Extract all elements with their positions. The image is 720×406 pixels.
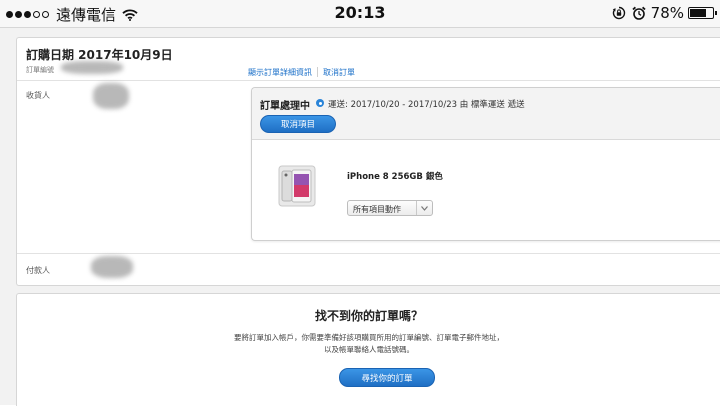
- chevron-down-icon: [421, 206, 428, 211]
- shipment-status: 訂單處理中: [260, 101, 310, 112]
- delivery-dates: 運送: 2017/10/20 - 2017/10/23 由 標準運送 遞送: [328, 100, 525, 110]
- carrier-name: 遠傳電信: [56, 6, 117, 24]
- signal-dot: [6, 11, 13, 18]
- redacted-recipient: [93, 83, 129, 109]
- show-order-details-link[interactable]: 顯示訂單詳細資訊: [248, 67, 312, 78]
- iphone-product-image: [278, 165, 316, 207]
- signal-dot: [42, 11, 49, 18]
- item-actions-value: 所有項目動作: [353, 205, 401, 214]
- wifi-icon: [122, 8, 138, 21]
- redacted-order-number: [61, 61, 123, 74]
- cancel-order-link[interactable]: 取消訂單: [323, 67, 355, 78]
- status-right: 78%: [612, 4, 717, 22]
- status-bar: 遠傳電信 20:13 78%: [0, 0, 720, 28]
- product-name: iPhone 8 256GB 銀色: [347, 172, 443, 182]
- alarm-icon: [632, 6, 646, 20]
- description-line-2: 以及帳單聯絡人電話號碼。: [324, 345, 414, 354]
- order-links: 顯示訂單詳細資訊 取消訂單: [248, 67, 355, 78]
- battery-percent: 78%: [650, 4, 684, 22]
- link-separator: [317, 67, 318, 77]
- status-left: 遠傳電信: [6, 4, 138, 25]
- payer-label: 付款人: [26, 266, 50, 275]
- orientation-lock-icon: [612, 6, 625, 20]
- item-actions-select[interactable]: 所有項目動作: [347, 200, 433, 216]
- battery-level-fill: [690, 9, 706, 17]
- battery-icon: [688, 7, 717, 19]
- find-your-order-button[interactable]: 尋找你的訂單: [339, 368, 435, 387]
- status-info-icon[interactable]: [316, 99, 324, 107]
- signal-strength-icon: [6, 11, 51, 18]
- signal-dot: [24, 11, 31, 18]
- divider: [17, 253, 720, 254]
- redacted-payer: [91, 256, 133, 278]
- find-order-title: 找不到你的訂單嗎？: [314, 309, 423, 323]
- recipient-label: 收貨人: [26, 91, 50, 100]
- battery-nub: [715, 11, 717, 15]
- signal-dot: [33, 11, 40, 18]
- order-card: 訂購日期 2017年10月9日 訂單編號 顯示訂單詳細資訊 取消訂單 收貨人 訂…: [16, 37, 720, 286]
- order-number-label: 訂單編號: [26, 66, 54, 74]
- dropdown-chevron-container: [416, 201, 432, 215]
- cancel-item-button[interactable]: 取消項目: [260, 115, 336, 133]
- description-line-1: 要將訂單加入帳戶，你需要準備好該項購買所用的訂單編號、訂單電子郵件地址，: [234, 333, 504, 342]
- find-order-card: 找不到你的訂單嗎？ 要將訂單加入帳戶，你需要準備好該項購買所用的訂單編號、訂單電…: [16, 293, 720, 406]
- shipment-header: 訂單處理中 運送: 2017/10/20 - 2017/10/23 由 標準運送…: [252, 88, 720, 140]
- divider: [17, 80, 720, 81]
- find-order-description: 要將訂單加入帳戶，你需要準備好該項購買所用的訂單編號、訂單電子郵件地址， 以及帳…: [17, 332, 720, 356]
- signal-dot: [15, 11, 22, 18]
- shipment-panel: 訂單處理中 運送: 2017/10/20 - 2017/10/23 由 標準運送…: [251, 87, 720, 241]
